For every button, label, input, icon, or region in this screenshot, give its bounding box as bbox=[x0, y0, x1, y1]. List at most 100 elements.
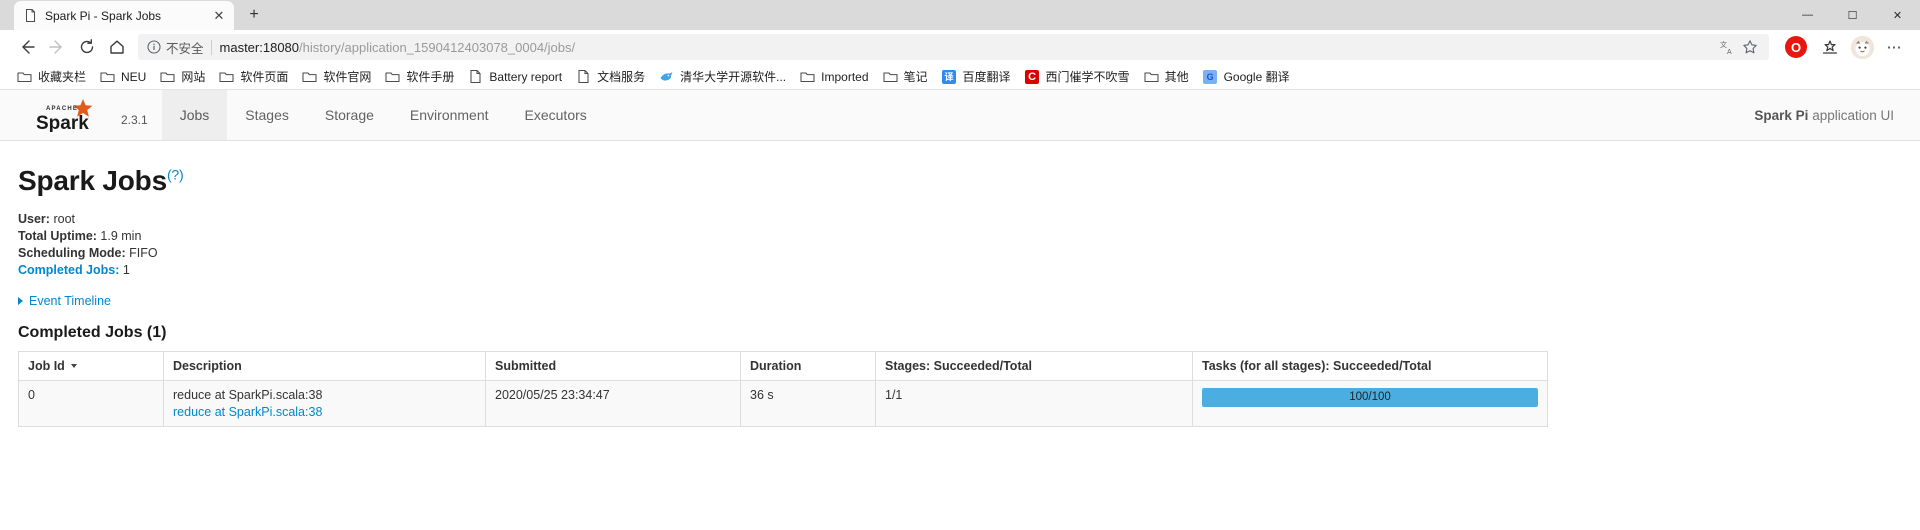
maximize-icon[interactable]: ☐ bbox=[1830, 0, 1875, 30]
security-indicator[interactable]: 不安全 bbox=[146, 38, 220, 57]
url-path: /history/application_1590412403078_0004/… bbox=[299, 39, 576, 55]
summary-completed-value: 1 bbox=[122, 263, 130, 277]
bookmark-label: Imported bbox=[821, 69, 869, 84]
bookmark-item[interactable]: 笔记 bbox=[876, 66, 935, 88]
back-icon[interactable] bbox=[12, 32, 42, 62]
spark-brand[interactable]: APACHE Spark 2.3.1 bbox=[0, 90, 162, 140]
baidu-translate-glyph: 译 bbox=[942, 69, 957, 84]
bookmark-item[interactable]: Imported bbox=[793, 66, 875, 88]
bookmark-item[interactable]: 收藏夹栏 bbox=[10, 66, 93, 88]
translate-icon[interactable]: 文A bbox=[1717, 36, 1739, 58]
star-icon[interactable] bbox=[1739, 36, 1761, 58]
table-body: 0 reduce at SparkPi.scala:38 reduce at S… bbox=[18, 379, 1548, 427]
toolbar-actions: O ⋯ bbox=[1777, 32, 1908, 62]
page-icon bbox=[24, 9, 37, 22]
summary-user-label: User: bbox=[18, 212, 50, 226]
bookmark-label: 软件官网 bbox=[323, 70, 372, 84]
page-icon bbox=[468, 69, 483, 84]
bookmark-label: 文档服务 bbox=[597, 70, 646, 84]
folder-icon bbox=[100, 69, 115, 84]
address-bar[interactable]: 不安全 master:18080/history/application_159… bbox=[138, 34, 1769, 60]
app-ui-label: Spark Pi application UI bbox=[1754, 90, 1920, 140]
bookmark-label: 清华大学开源软件... bbox=[680, 70, 787, 84]
app-name: Spark Pi bbox=[1754, 107, 1809, 123]
spark-version: 2.3.1 bbox=[121, 112, 148, 127]
bookmark-item[interactable]: G Google 翻译 bbox=[1196, 66, 1297, 88]
new-tab-button[interactable]: + bbox=[241, 2, 267, 28]
browser-tab-title: Spark Pi - Spark Jobs bbox=[45, 8, 162, 23]
window-close-icon[interactable]: ✕ bbox=[1875, 0, 1920, 30]
bookmark-item[interactable]: 软件页面 bbox=[212, 66, 295, 88]
browser-tab[interactable]: Spark Pi - Spark Jobs ✕ bbox=[14, 1, 234, 30]
completed-jobs-heading: Completed Jobs (1) bbox=[18, 323, 167, 341]
browser-window: Spark Pi - Spark Jobs ✕ + — ☐ ✕ 不安全 mast… bbox=[0, 0, 1920, 90]
folder-icon bbox=[800, 69, 815, 84]
opera-button[interactable]: O bbox=[1785, 36, 1807, 58]
google-translate-icon: G bbox=[1203, 69, 1218, 84]
summary-completed: Completed Jobs: 1 bbox=[18, 262, 1902, 279]
csdn-glyph: C bbox=[1025, 69, 1040, 84]
bookmark-label: NEU bbox=[121, 69, 147, 84]
collections-icon[interactable] bbox=[1815, 32, 1845, 62]
folder-icon bbox=[219, 69, 234, 84]
completed-jobs-link[interactable]: Completed Jobs: bbox=[18, 263, 119, 277]
description-link[interactable]: reduce at SparkPi.scala:38 bbox=[173, 405, 476, 419]
table-row: 0 reduce at SparkPi.scala:38 reduce at S… bbox=[18, 379, 1548, 427]
baidu-translate-icon: 译 bbox=[942, 69, 957, 84]
more-options-icon[interactable]: ⋯ bbox=[1880, 33, 1908, 61]
bookmark-label: 软件页面 bbox=[240, 70, 289, 84]
bookmark-item[interactable]: NEU bbox=[93, 66, 153, 88]
tab-storage[interactable]: Storage bbox=[307, 90, 392, 140]
description-text: reduce at SparkPi.scala:38 bbox=[173, 387, 323, 402]
th-job-id[interactable]: Job Id bbox=[18, 350, 164, 381]
spark-navbar: APACHE Spark 2.3.1 Jobs Stages Storage E… bbox=[0, 90, 1920, 141]
tab-jobs[interactable]: Jobs bbox=[161, 90, 228, 140]
cell-description: reduce at SparkPi.scala:38 reduce at Spa… bbox=[163, 379, 486, 427]
tab-stages[interactable]: Stages bbox=[227, 90, 307, 140]
bookmark-item[interactable]: 软件手册 bbox=[378, 66, 461, 88]
summary-scheduling: Scheduling Mode: FIFO bbox=[18, 245, 1902, 262]
tab-environment[interactable]: Environment bbox=[392, 90, 507, 140]
url-text: master:18080/history/application_1590412… bbox=[220, 40, 576, 55]
bookmark-item[interactable]: 清华大学开源软件... bbox=[652, 66, 793, 88]
app-ui-suffix: application UI bbox=[1812, 107, 1894, 123]
browser-navbar: 不安全 master:18080/history/application_159… bbox=[0, 30, 1920, 64]
bookmarks-bar: 收藏夹栏 NEU 网站 软件页面 软件官网 软件手册 Battery repor… bbox=[0, 64, 1920, 90]
th-tasks[interactable]: Tasks (for all stages): Succeeded/Total bbox=[1192, 350, 1548, 381]
th-description[interactable]: Description bbox=[163, 350, 486, 381]
bookmark-item[interactable]: 其他 bbox=[1137, 66, 1196, 88]
summary-uptime: Total Uptime: 1.9 min bbox=[18, 228, 1902, 245]
home-icon[interactable] bbox=[102, 32, 132, 62]
reload-icon[interactable] bbox=[72, 32, 102, 62]
th-stages[interactable]: Stages: Succeeded/Total bbox=[875, 350, 1193, 381]
bookmark-item[interactable]: 软件官网 bbox=[295, 66, 378, 88]
bookmark-item[interactable]: 网站 bbox=[153, 66, 212, 88]
window-controls: — ☐ ✕ bbox=[1785, 0, 1920, 30]
forward-icon[interactable] bbox=[42, 32, 72, 62]
bookmark-item[interactable]: C 西门催学不吹雪 bbox=[1018, 66, 1137, 88]
cell-tasks: 100/100 bbox=[1192, 379, 1548, 427]
security-label: 不安全 bbox=[166, 41, 204, 56]
summary-uptime-value: 1.9 min bbox=[100, 229, 142, 243]
event-timeline-toggle[interactable]: Event Timeline bbox=[18, 294, 1902, 308]
google-translate-glyph: G bbox=[1203, 69, 1218, 84]
tasks-progress-bar: 100/100 bbox=[1202, 387, 1538, 407]
bookmark-item[interactable]: Battery report bbox=[461, 66, 569, 88]
cell-job-id: 0 bbox=[18, 379, 164, 427]
avatar-icon[interactable] bbox=[1851, 35, 1874, 59]
close-icon[interactable]: ✕ bbox=[210, 7, 228, 25]
summary-user-value: root bbox=[53, 212, 75, 226]
help-link[interactable]: (?) bbox=[167, 167, 184, 183]
bookmark-item[interactable]: 文档服务 bbox=[569, 66, 652, 88]
bookmark-item[interactable]: 译 百度翻译 bbox=[935, 66, 1018, 88]
tuna-icon bbox=[659, 69, 674, 84]
chevron-right-icon bbox=[18, 296, 23, 305]
svg-text:Spark: Spark bbox=[36, 113, 89, 132]
minimize-icon[interactable]: — bbox=[1785, 0, 1830, 30]
tab-executors[interactable]: Executors bbox=[507, 90, 605, 140]
th-duration[interactable]: Duration bbox=[740, 350, 876, 381]
folder-icon bbox=[302, 69, 317, 84]
table-header-row: Job Id Description Submitted Duration St… bbox=[18, 350, 1548, 381]
th-submitted[interactable]: Submitted bbox=[485, 350, 741, 381]
event-timeline-label: Event Timeline bbox=[29, 293, 111, 308]
